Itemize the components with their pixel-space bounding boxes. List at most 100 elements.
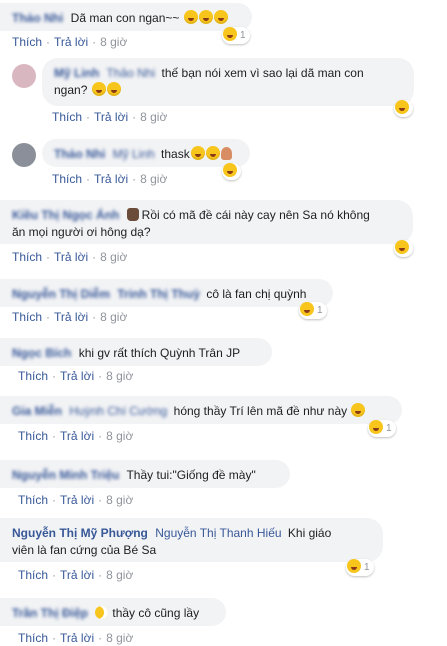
like-link[interactable]: Thích xyxy=(18,631,48,645)
reply-link[interactable]: Trả lời xyxy=(60,493,94,507)
comment-actions: Thích · Trả lời · 8 giờ xyxy=(52,171,167,187)
timestamp[interactable]: 8 giờ xyxy=(106,369,133,383)
author-name[interactable]: Thảo Nhi xyxy=(12,11,63,25)
tagged-user[interactable]: Mỹ Linh xyxy=(113,147,155,161)
reply-link[interactable]: Trả lời xyxy=(60,369,94,383)
separator: · xyxy=(46,310,51,324)
reaction-summary[interactable] xyxy=(222,163,241,180)
like-link[interactable]: Thích xyxy=(18,429,48,443)
like-link[interactable]: Thích xyxy=(52,172,82,186)
author-name[interactable]: Nguyễn Minh Triệu xyxy=(12,468,119,482)
timestamp[interactable]: 8 giờ xyxy=(140,172,167,186)
reply-link[interactable]: Trả lời xyxy=(94,110,128,124)
reaction-summary[interactable]: 1 xyxy=(368,420,396,437)
avatar[interactable] xyxy=(12,64,36,88)
timestamp[interactable]: 8 giờ xyxy=(106,568,133,582)
reaction-summary[interactable]: 1 xyxy=(222,27,250,44)
comment-bubble: Thảo Nhi Mỹ Linh thask xyxy=(42,139,250,167)
haha-reaction-icon xyxy=(223,27,237,41)
tagged-user[interactable]: Trinh Thị Thuỳ xyxy=(117,287,200,301)
reply-link[interactable]: Trả lời xyxy=(94,172,128,186)
like-link[interactable]: Thích xyxy=(12,35,42,49)
timestamp[interactable]: 8 giờ xyxy=(106,429,133,443)
reaction-summary[interactable] xyxy=(394,100,413,117)
timestamp[interactable]: 8 giờ xyxy=(106,631,133,645)
tagged-user[interactable]: Huỳnh Chí Cường xyxy=(69,404,167,418)
reaction-summary[interactable]: 1 xyxy=(299,302,327,319)
comment-actions: Thích · Trả lời · 8 giờ xyxy=(12,309,127,325)
separator: · xyxy=(52,493,57,507)
haha-reaction-icon xyxy=(395,240,409,254)
like-link[interactable]: Thích xyxy=(18,369,48,383)
reply-link[interactable]: Trả lời xyxy=(60,631,94,645)
timestamp[interactable]: 8 giờ xyxy=(100,35,127,49)
separator: · xyxy=(98,568,103,582)
separator: · xyxy=(46,35,51,49)
author-name[interactable]: Kiều Thị Ngọc Ánh xyxy=(12,208,119,222)
author-name[interactable]: Nguyễn Thị Diễm xyxy=(12,287,110,301)
comment-actions: Thích · Trả lời · 8 giờ xyxy=(18,368,133,384)
separator: · xyxy=(46,250,51,264)
waving-hand-emoji-icon xyxy=(126,208,139,221)
comment-text: thask xyxy=(161,147,190,161)
reaction-summary[interactable]: 1 xyxy=(346,559,374,576)
reply-link[interactable]: Trả lời xyxy=(60,429,94,443)
timestamp[interactable]: 8 giờ xyxy=(100,250,127,264)
comment-bubble: Ngọc Bích khi gv rất thích Quỳnh Trân JP xyxy=(0,338,272,366)
like-link[interactable]: Thích xyxy=(12,310,42,324)
comment-bubble: Mỹ Linh Thảo Nhi thế bạn nói xem vì sao … xyxy=(42,58,414,106)
comment-actions: Thích · Trả lời · 8 giờ xyxy=(18,567,133,583)
tagged-user[interactable]: Nguyễn Thị Thanh Hiếu xyxy=(155,526,281,540)
haha-reaction-icon xyxy=(347,559,361,573)
comment-bubble: Thảo Nhi Dã man con ngan~~ xyxy=(0,3,252,31)
separator: · xyxy=(52,568,57,582)
timestamp[interactable]: 8 giờ xyxy=(100,310,127,324)
comment-bubble: Kiều Thị Ngọc Ánh Rồi có mã đề cái này c… xyxy=(0,200,413,244)
reply-link[interactable]: Trả lời xyxy=(54,35,88,49)
reaction-summary[interactable] xyxy=(394,240,413,257)
author-name[interactable]: Nguyễn Thị Mỹ Phượng xyxy=(12,526,148,540)
author-name[interactable]: Thảo Nhi xyxy=(54,147,105,161)
like-link[interactable]: Thích xyxy=(18,568,48,582)
haha-reaction-icon xyxy=(223,163,237,177)
reply-link[interactable]: Trả lời xyxy=(60,568,94,582)
comment-text: Rồi có mã đề cái này cay nên Sa nó không xyxy=(141,208,370,222)
reply-link[interactable]: Trả lời xyxy=(54,250,88,264)
separator: · xyxy=(92,35,97,49)
comment-actions: Thích · Trả lời · 8 giờ xyxy=(18,428,133,444)
comment-actions: Thích · Trả lời · 8 giờ xyxy=(12,249,127,265)
separator: · xyxy=(52,631,57,645)
comment-actions: Thích · Trả lời · 8 giờ xyxy=(18,630,133,646)
comment-text: khi gv rất thích Quỳnh Trân JP xyxy=(78,346,241,360)
rofl-emoji-icon xyxy=(205,146,220,160)
separator: · xyxy=(132,172,137,186)
timestamp[interactable]: 8 giờ xyxy=(106,493,133,507)
comment-actions: Thích · Trả lời · 8 giờ xyxy=(12,34,127,50)
rofl-emoji-icon xyxy=(183,10,198,24)
avatar[interactable] xyxy=(12,143,36,167)
tagged-user[interactable]: Thảo Nhi xyxy=(106,66,155,80)
author-name[interactable]: Mỹ Linh xyxy=(54,66,99,80)
like-link[interactable]: Thích xyxy=(12,250,42,264)
smiling-emoji-icon xyxy=(351,403,366,417)
comment-text: cô là fan chị quỳnh xyxy=(206,287,307,301)
comment-actions: Thích · Trả lời · 8 giờ xyxy=(52,109,167,125)
separator: · xyxy=(132,110,137,124)
like-link[interactable]: Thích xyxy=(52,110,82,124)
reply-link[interactable]: Trả lời xyxy=(54,310,88,324)
separator: · xyxy=(86,110,91,124)
like-link[interactable]: Thích xyxy=(18,493,48,507)
comment-text: Khi giáo xyxy=(287,526,332,540)
comment-bubble: Gia Miễn Huỳnh Chí Cường hóng thầy Trí l… xyxy=(0,396,402,424)
reaction-count: 1 xyxy=(364,562,370,573)
rofl-emoji-icon xyxy=(213,10,228,24)
author-name[interactable]: Trần Thị Điệp xyxy=(12,606,88,620)
author-name[interactable]: Gia Miễn xyxy=(12,404,62,418)
comment-bubble: Nguyễn Minh Triệu Thầy tui:"Giống đề mày… xyxy=(0,460,290,488)
author-name[interactable]: Ngọc Bích xyxy=(12,346,71,360)
separator: · xyxy=(52,369,57,383)
comment-text: ngan? xyxy=(54,83,88,97)
crescent-moon-emoji-icon xyxy=(95,606,109,619)
timestamp[interactable]: 8 giờ xyxy=(140,110,167,124)
comment-bubble: Trần Thị Điệp thầy cô cũng lầy xyxy=(0,598,226,626)
